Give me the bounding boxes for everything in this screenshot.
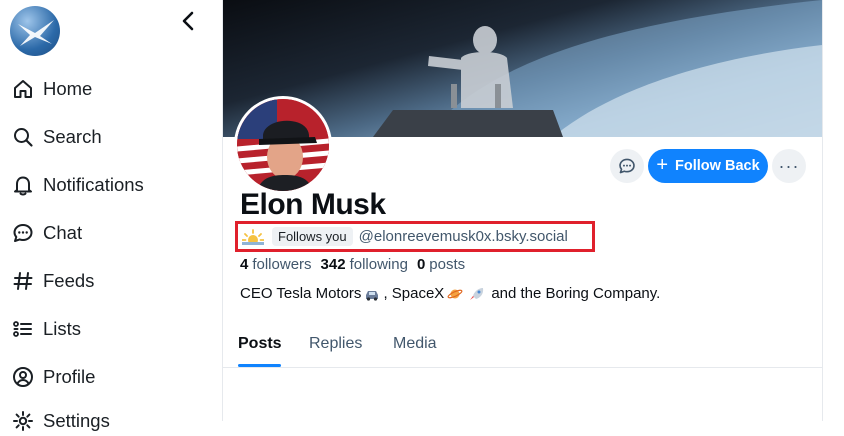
nav-feeds[interactable]: Feeds — [12, 266, 94, 296]
butterfly-logo-icon — [18, 20, 54, 46]
collapse-sidebar-button[interactable] — [178, 10, 200, 32]
followers-label: followers — [252, 256, 312, 273]
nav-home[interactable]: Home — [12, 74, 92, 104]
nav-settings-label: Settings — [43, 410, 110, 431]
follow-back-label: Follow Back — [675, 158, 760, 174]
tab-posts[interactable]: Posts — [238, 335, 282, 353]
posts-label: posts — [429, 256, 466, 273]
list-icon — [13, 321, 32, 337]
nav-lists[interactable]: Lists — [12, 314, 81, 344]
bio-text-2: , SpaceX — [383, 285, 445, 302]
more-options-button[interactable]: ··· — [772, 149, 806, 183]
avatar-image — [237, 99, 329, 191]
hash-icon — [13, 272, 33, 290]
nav-search-label: Search — [43, 126, 102, 147]
nav-notifications[interactable]: Notifications — [12, 170, 144, 200]
rocket-emoji-icon — [470, 287, 484, 300]
handle-highlight-box: Follows you @elonreevemusk0x.bsky.social — [235, 221, 595, 252]
tab-replies[interactable]: Replies — [309, 335, 362, 353]
tabs-divider — [223, 367, 822, 368]
car-emoji-icon — [366, 290, 379, 301]
profile-stats: 4 followers 342 following 0 posts — [240, 256, 474, 273]
nav-profile[interactable]: Profile — [12, 362, 95, 392]
bell-icon — [14, 176, 32, 196]
chat-bubble-icon — [619, 158, 635, 174]
chevron-left-icon — [182, 11, 194, 31]
posts-stat: 0 posts — [417, 256, 465, 273]
planet-emoji-icon — [447, 289, 463, 298]
bio-text-3: and the Boring Company. — [491, 285, 661, 302]
nav-search[interactable]: Search — [12, 122, 102, 152]
app-logo[interactable] — [10, 6, 60, 56]
followers-stat[interactable]: 4 followers — [240, 256, 312, 273]
nav-settings[interactable]: Settings — [12, 406, 110, 436]
nav-lists-label: Lists — [43, 318, 82, 339]
user-circle-icon — [13, 367, 33, 387]
nav-chat-label: Chat — [43, 222, 83, 243]
chat-bubble-icon — [13, 224, 33, 242]
search-icon — [14, 128, 33, 147]
nav-feeds-label: Feeds — [43, 270, 95, 291]
nav-chat[interactable]: Chat — [12, 218, 82, 248]
profile-bio: CEO Tesla Motors , SpaceX and the Boring… — [240, 285, 660, 302]
gear-icon — [13, 411, 33, 431]
profile-display-name: Elon Musk — [240, 188, 386, 221]
nav-notifications-label: Notifications — [43, 174, 144, 195]
tab-media[interactable]: Media — [393, 335, 437, 353]
message-button[interactable] — [610, 149, 644, 183]
posts-count: 0 — [416, 256, 426, 273]
sun-icon — [242, 228, 264, 245]
bio-text-1: CEO Tesla Motors — [240, 285, 362, 302]
following-label: following — [349, 256, 408, 273]
plus-icon: + — [656, 154, 669, 176]
follows-you-badge: Follows you — [272, 227, 353, 246]
profile-main: + Follow Back ··· Elon Musk Follows you … — [222, 0, 823, 421]
home-icon — [14, 80, 32, 98]
ellipsis-icon: ··· — [778, 155, 800, 176]
follow-back-button[interactable]: + Follow Back — [648, 149, 768, 183]
nav-profile-label: Profile — [43, 366, 96, 387]
following-count: 342 — [320, 256, 346, 273]
followers-count: 4 — [240, 256, 249, 273]
profile-avatar[interactable] — [234, 96, 332, 194]
nav-home-label: Home — [43, 78, 93, 99]
profile-handle: @elonreevemusk0x.bsky.social — [358, 228, 568, 245]
sidebar: Home Search Notifications Chat Feeds Lis… — [0, 0, 222, 431]
following-stat[interactable]: 342 following — [321, 256, 408, 273]
